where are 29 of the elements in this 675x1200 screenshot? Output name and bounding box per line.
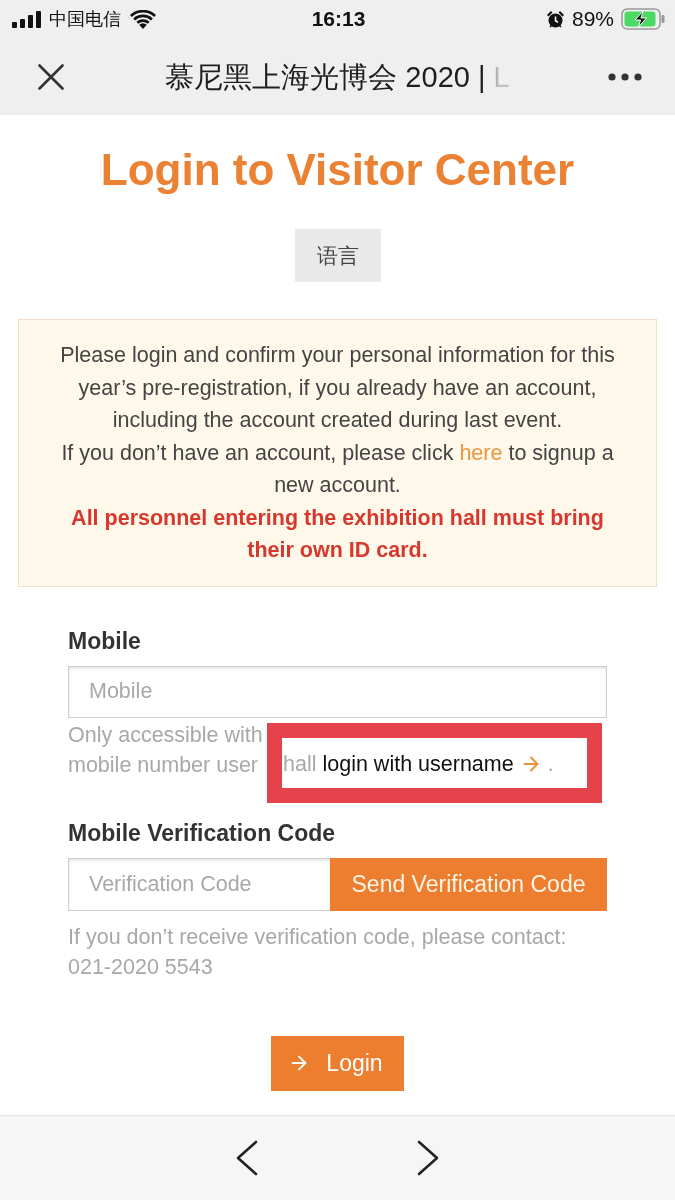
alarm-clock-icon [545,9,565,29]
field-label: Mobile [68,627,142,654]
notice-text: Please login and confirm your personal information for this year’s pre-registration, if you already have an account, including the account created during last event. [59,342,616,434]
warning-text: All personnel entering the exhibition hall must bring their own ID card. [70,504,605,564]
signal-bars-icon [12,10,42,28]
login-heading: Login to Visitor Center [99,145,576,195]
login-button[interactable]: Login [271,1035,404,1091]
hint-text: hall [283,750,317,778]
clock-time: 16:13 [311,7,366,31]
close-icon[interactable] [38,63,64,90]
username-login-link[interactable]: login with username [322,748,514,779]
battery-icon [621,8,665,30]
verification-code-input[interactable]: Verification Code [68,857,330,911]
carrier-name: 中国电信 [49,8,121,30]
hint-text: Only accessible with [68,721,264,749]
hint-text: mobile number user [68,751,259,779]
more-icon[interactable] [608,72,642,81]
contact-hint: If you don’t receive verification code, please contact: 021-2020 5543 [68,923,568,981]
wifi-icon [130,9,156,29]
notice-text: If you don’t have an account, please click here to signup a new account. [60,439,615,499]
chevron-right-icon[interactable] [417,1140,439,1176]
field-label: Mobile Verification Code [68,819,337,846]
period-text: . [547,750,554,778]
mobile-input[interactable]: Mobile [68,665,607,718]
chevron-left-icon[interactable] [236,1140,258,1176]
battery-percentage: 89% [571,7,614,31]
send-code-button[interactable]: Send Verification Code [330,857,607,911]
signup-link[interactable]: here [459,440,503,465]
language-button[interactable]: 语言 [294,229,381,282]
